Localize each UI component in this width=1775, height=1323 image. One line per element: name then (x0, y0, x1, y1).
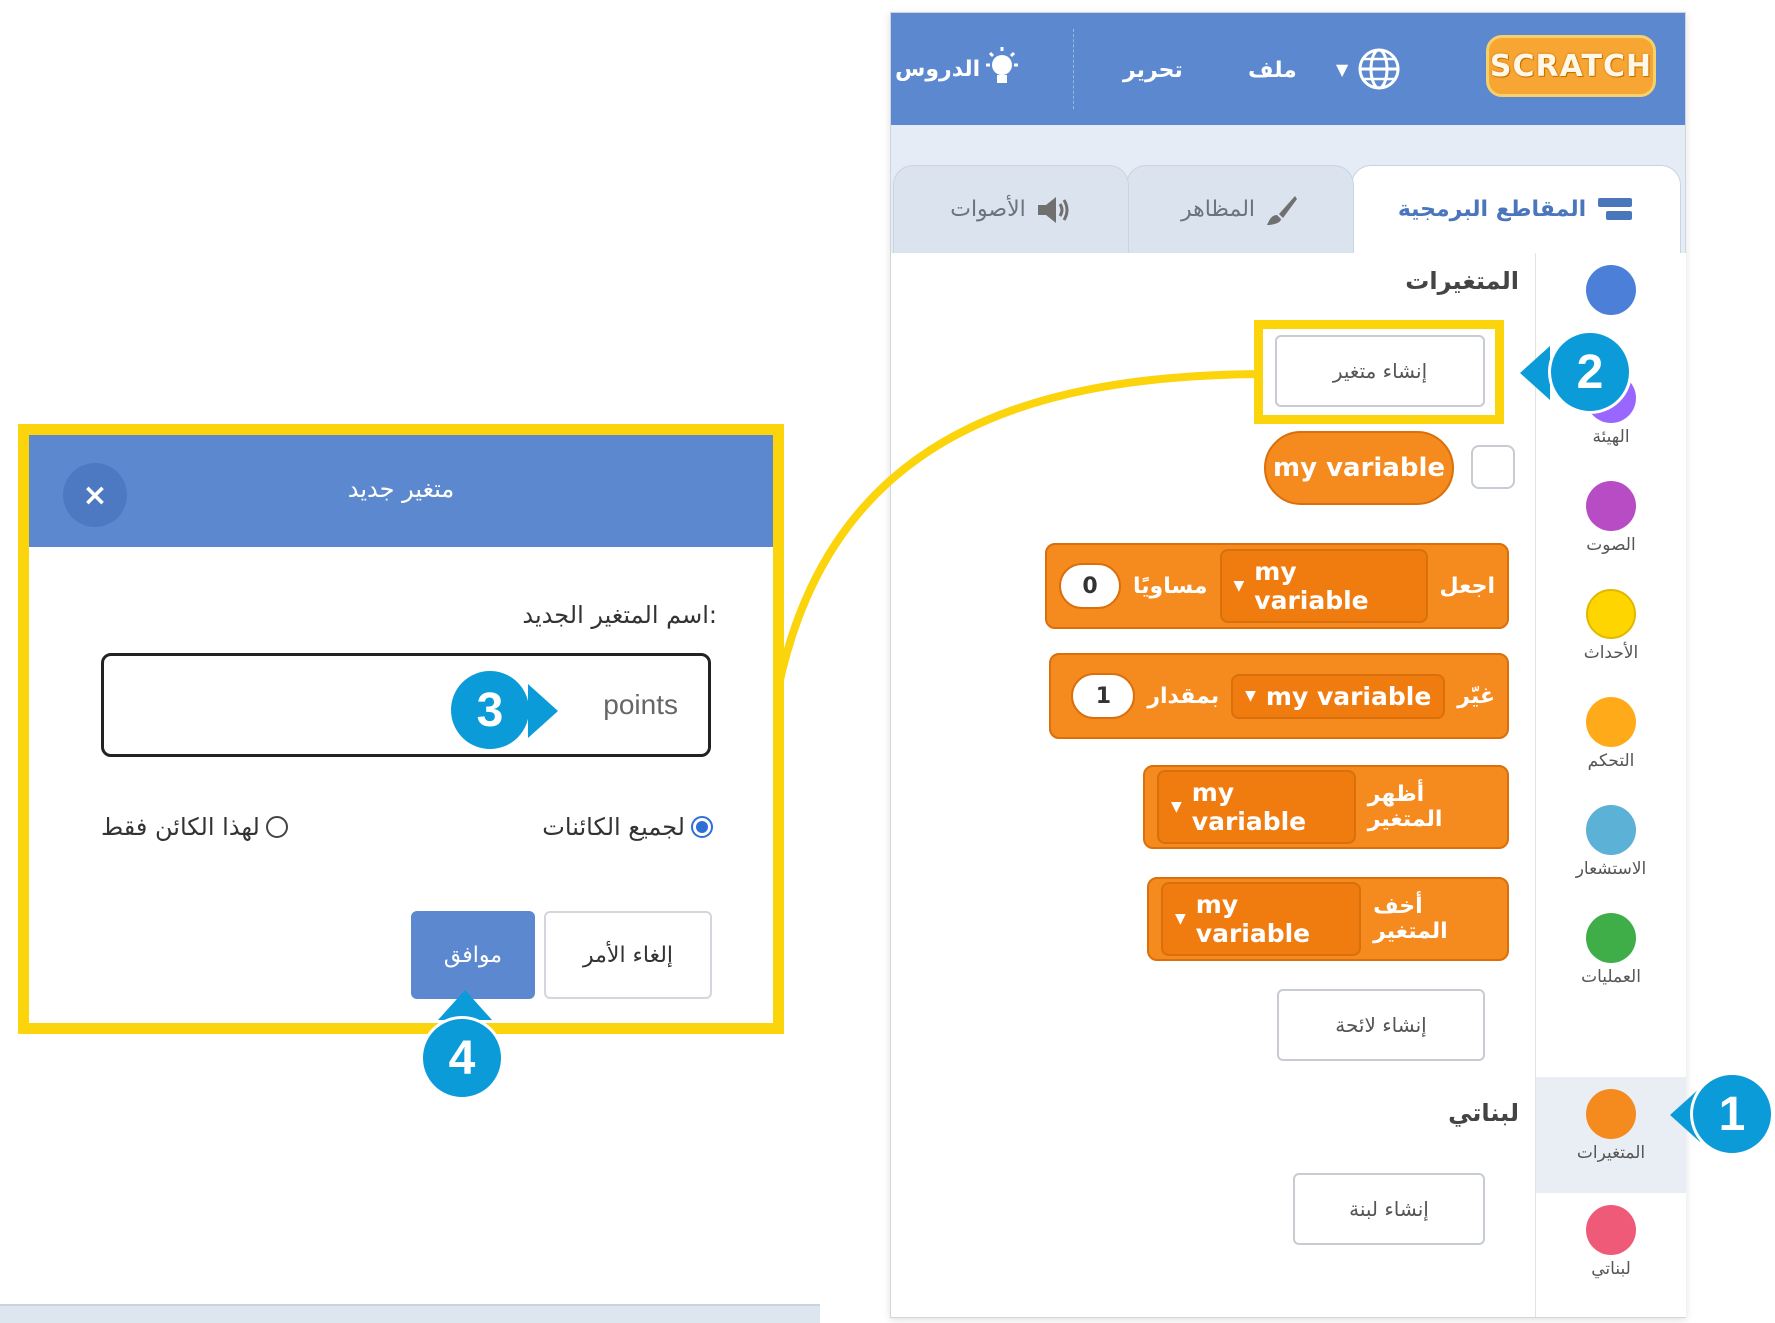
category-sound[interactable]: الصوت (1536, 469, 1686, 585)
speaker-icon (1037, 196, 1069, 223)
hide-verb: أخف المتغير (1373, 894, 1448, 944)
category-variables[interactable]: المتغيرات (1536, 1077, 1686, 1193)
show-variable-dropdown[interactable]: ▼ my variable (1157, 770, 1356, 844)
radio-unselected[interactable] (265, 816, 288, 838)
menu-bar: SCRATCH ▼ ملف تحرير الدروس (891, 13, 1685, 125)
category-label: لبناتي (1591, 1259, 1631, 1279)
show-verb: أظهر المتغير (1367, 782, 1443, 832)
tab-code[interactable]: المقاطع البرمجية (1351, 165, 1681, 253)
show-variable-block[interactable]: ▼ my variable أظهر المتغير (1143, 765, 1509, 849)
globe-icon (1358, 48, 1400, 90)
category-events[interactable]: الأحداث (1536, 577, 1686, 693)
category-dot (1586, 265, 1636, 315)
option-all-sprites[interactable]: لجميع الكائنات (542, 813, 713, 841)
category-label: التحكم (1587, 751, 1635, 771)
menu-divider (1073, 29, 1074, 109)
variable-name-label: اسم المتغير الجديد: (522, 601, 717, 629)
tab-sounds-label: الأصوات (950, 197, 1026, 222)
tutorials-menu[interactable]: الدروس (895, 47, 1022, 91)
editor-tabs: المقاطع البرمجية المظاهر الأصوات (891, 125, 1685, 253)
change-variable-name: my variable (1265, 681, 1432, 711)
badge-3-pointer (528, 684, 558, 738)
category-label: الصوت (1586, 535, 1636, 555)
tab-costumes[interactable]: المظاهر (1126, 165, 1354, 253)
hide-variable-block[interactable]: ▼ my variable أخف المتغير (1147, 877, 1509, 961)
option-all-label: لجميع الكائنات (542, 813, 685, 841)
category-label: الأحداث (1583, 643, 1639, 663)
dropdown-caret-icon: ▼ (1175, 911, 1186, 927)
ok-button[interactable]: موافق (411, 911, 535, 999)
scratch-logo[interactable]: SCRATCH (1486, 35, 1656, 97)
badge-2-pointer (1520, 346, 1550, 400)
make-block-button[interactable]: إنشاء لبنة (1293, 1173, 1485, 1245)
tab-costumes-label: المظاهر (1180, 197, 1256, 222)
category-operators[interactable]: العمليات (1536, 901, 1686, 1017)
dialog-title: متغير جديد (347, 475, 455, 503)
set-verb: اجعل (1439, 573, 1495, 599)
category-label: الاستشعار (1575, 859, 1647, 879)
dropdown-caret-icon: ▼ (1171, 799, 1182, 815)
change-verb: غيّر (1457, 683, 1495, 709)
variable-checkbox[interactable] (1471, 445, 1515, 489)
category-dot (1586, 481, 1636, 531)
category-label: المتغيرات (1576, 1143, 1646, 1163)
tab-sounds[interactable]: الأصوات (893, 165, 1129, 253)
make-list-button[interactable]: إنشاء لائحة (1277, 989, 1485, 1061)
variable-name-input[interactable] (101, 653, 711, 757)
option-this-sprite[interactable]: لهذا الكائن فقط (101, 813, 288, 841)
variable-reporter[interactable]: my variable (1264, 431, 1454, 505)
brush-icon (1267, 195, 1298, 225)
make-variable-highlight (1254, 320, 1504, 424)
hide-variable-name: my variable (1195, 890, 1311, 948)
new-variable-dialog: متغير جديد × اسم المتغير الجديد: لجميع ا… (18, 424, 784, 1034)
category-my-blocks[interactable]: لبناتي (1536, 1193, 1686, 1309)
close-button[interactable]: × (63, 463, 127, 527)
category-dot (1586, 589, 1636, 639)
close-icon: × (82, 477, 108, 513)
show-variable-name: my variable (1191, 778, 1307, 836)
edit-menu[interactable]: تحرير (1123, 58, 1183, 83)
step-badge-4: 4 (420, 1016, 504, 1100)
category-label: العمليات (1581, 967, 1641, 987)
language-menu[interactable]: ▼ (1336, 41, 1436, 97)
category-sensing[interactable]: الاستشعار (1536, 793, 1686, 909)
lightbulb-icon (986, 47, 1019, 83)
variables-section-title: المتغيرات (1405, 267, 1519, 295)
category-dot (1586, 1205, 1636, 1255)
bottom-strip (0, 1304, 820, 1323)
code-blocks-icon (1598, 197, 1633, 220)
category-dot (1586, 913, 1636, 963)
cancel-button[interactable]: إلغاء الأمر (544, 911, 712, 999)
option-this-label: لهذا الكائن فقط (101, 813, 260, 841)
category-dot (1586, 1089, 1636, 1139)
dialog-header: متغير جديد × (29, 435, 773, 547)
category-control[interactable]: التحكم (1536, 685, 1686, 801)
radio-selected[interactable] (691, 816, 713, 838)
connector-curve (770, 370, 1261, 711)
tutorials-label: الدروس (895, 56, 981, 82)
category-label: الهيئة (1592, 427, 1630, 447)
category-dot (1586, 697, 1636, 747)
step-badge-3: 3 (448, 668, 532, 752)
step-badge-1: 1 (1690, 1072, 1774, 1156)
tab-code-label: المقاطع البرمجية (1397, 197, 1587, 222)
file-menu[interactable]: ملف (1248, 58, 1297, 83)
category-dot (1586, 805, 1636, 855)
step-badge-2: 2 (1548, 330, 1632, 414)
category-menu: الهيئة الصوت الأحداث التحكم الاستشعار ال… (1535, 253, 1686, 1317)
chevron-down-icon: ▼ (1336, 59, 1349, 79)
my-blocks-section-title: لبناتي (1448, 1099, 1519, 1127)
hide-variable-dropdown[interactable]: ▼ my variable (1161, 882, 1362, 956)
